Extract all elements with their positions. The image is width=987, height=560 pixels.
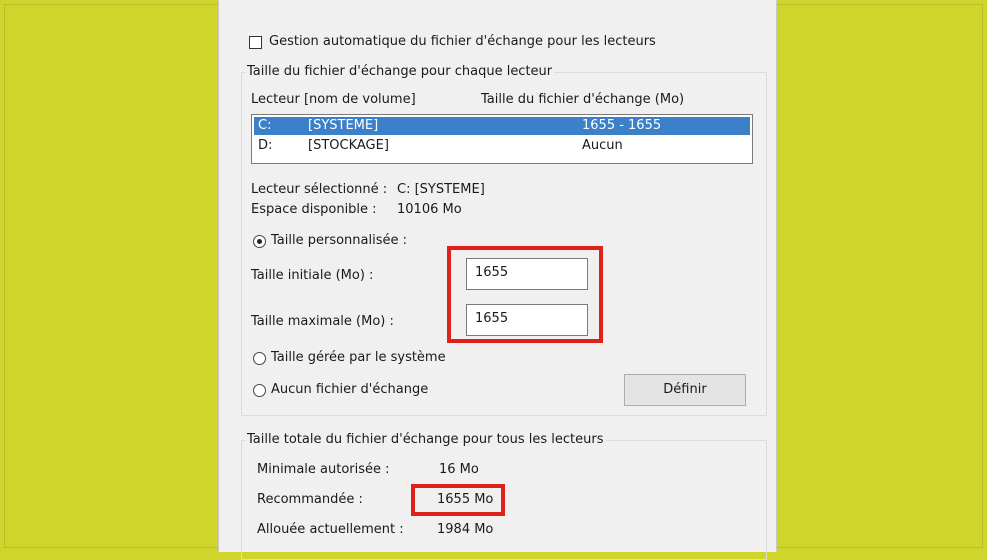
custom-size-radio[interactable] (253, 235, 266, 248)
system-managed-radio[interactable] (253, 352, 266, 365)
drive-pagefile-size: 1655 - 1655 (582, 118, 662, 133)
drive-volume: [STOCKAGE] (308, 138, 389, 153)
drive-row-c[interactable]: C: [SYSTEME] 1655 - 1655 (254, 117, 750, 135)
drive-volume: [SYSTEME] (308, 118, 379, 133)
minimum-allowed-value: 16 Mo (439, 462, 479, 477)
drive-row-d[interactable]: D: [STOCKAGE] Aucun (254, 137, 750, 155)
system-managed-label: Taille gérée par le système (271, 350, 446, 365)
minimum-allowed-label: Minimale autorisée : (257, 462, 390, 477)
totals-group-title: Taille totale du fichier d'échange pour … (245, 432, 606, 447)
auto-manage-checkbox[interactable] (249, 36, 262, 49)
virtual-memory-dialog: Gestion automatique du fichier d'échange… (218, 0, 777, 560)
initial-size-label: Taille initiale (Mo) : (251, 268, 374, 283)
allocated-label: Allouée actuellement : (257, 522, 404, 537)
maximum-size-label: Taille maximale (Mo) : (251, 314, 394, 329)
allocated-value: 1984 Mo (437, 522, 494, 537)
column-header-drive: Lecteur [nom de volume] (251, 92, 416, 107)
drive-letter: D: (258, 138, 273, 153)
set-button[interactable]: Définir (624, 374, 746, 406)
available-space-label: Espace disponible : (251, 202, 377, 217)
per-drive-group-title: Taille du fichier d'échange pour chaque … (245, 64, 555, 79)
no-pagefile-radio[interactable] (253, 384, 266, 397)
custom-size-label: Taille personnalisée : (271, 233, 407, 248)
selected-drive-value: C: [SYSTEME] (397, 182, 485, 197)
drive-letter: C: (258, 118, 272, 133)
selected-drive-label: Lecteur sélectionné : (251, 182, 388, 197)
drive-list[interactable]: C: [SYSTEME] 1655 - 1655 D: [STOCKAGE] A… (251, 114, 753, 164)
recommended-label: Recommandée : (257, 492, 363, 507)
maximum-size-input[interactable]: 1655 (466, 304, 588, 336)
initial-size-input[interactable]: 1655 (466, 258, 588, 290)
no-pagefile-label: Aucun fichier d'échange (271, 382, 429, 397)
column-header-size: Taille du fichier d'échange (Mo) (481, 92, 685, 107)
recommended-value: 1655 Mo (437, 492, 494, 507)
auto-manage-label: Gestion automatique du fichier d'échange… (269, 34, 656, 49)
available-space-value: 10106 Mo (397, 202, 462, 217)
drive-pagefile-size: Aucun (582, 138, 623, 153)
